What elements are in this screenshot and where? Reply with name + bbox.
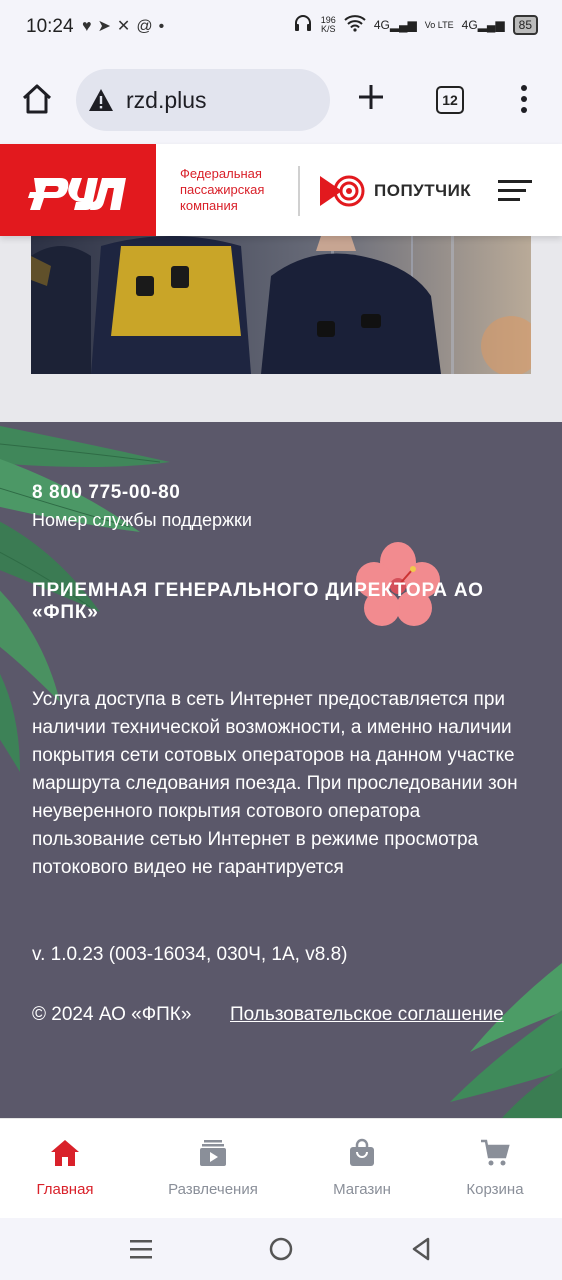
fpk-line3: компания: [180, 198, 238, 213]
system-navigation-bar: [0, 1218, 562, 1280]
director-reception-link[interactable]: ПРИЕМНАЯ ГЕНЕРАЛЬНОГО ДИРЕКТОРА АО «ФПК»: [32, 580, 532, 624]
cart-icon: [481, 1139, 510, 1166]
battery-icon: 85: [512, 14, 538, 35]
shopping-bag-icon: [350, 1138, 374, 1166]
status-right-group: 196 K/S 4G▂▄▆ Vo LTE 4G▂▄▆ 85: [293, 14, 538, 35]
back-icon[interactable]: [408, 1236, 434, 1262]
user-agreement-link[interactable]: Пользовательское соглашение: [230, 1004, 504, 1026]
nav-shop[interactable]: Магазин: [297, 1137, 427, 1198]
header-divider: [298, 166, 300, 216]
warning-icon[interactable]: [88, 87, 114, 113]
rzd-logo[interactable]: [0, 144, 156, 236]
more-vert-icon[interactable]: [519, 84, 529, 114]
sim2-signal-icon: 4G▂▄▆: [461, 17, 505, 32]
fpk-line1: Федеральная: [180, 166, 262, 181]
status-time: 10:24: [26, 16, 74, 37]
wifi-icon: [344, 14, 366, 35]
headphones-icon: [293, 14, 313, 35]
home-icon: [51, 1140, 79, 1166]
photo-section: [0, 236, 562, 422]
heart-icon: ♥: [82, 18, 98, 35]
tab-switcher-button[interactable]: 12: [436, 86, 464, 114]
internet-notice: Услуга доступа в сеть Интернет предостав…: [32, 689, 518, 878]
staff-photo: [31, 236, 531, 374]
nav-shop-label: Магазин: [333, 1181, 391, 1198]
rzd-logo-mark: [28, 178, 126, 210]
home-button-icon[interactable]: [268, 1236, 294, 1262]
nav-home-label: Главная: [36, 1181, 94, 1198]
recent-apps-icon[interactable]: [128, 1236, 154, 1262]
missed-call-icon: ✕: [116, 18, 137, 35]
telegram-icon: ➤: [97, 18, 117, 35]
bottom-navigation: Главная Развлечения Магазин Корзина: [0, 1118, 562, 1219]
support-phone[interactable]: 8 800 775-00-80: [32, 482, 180, 504]
nav-entertainment-label: Развлечения: [168, 1181, 258, 1198]
fpk-line2: пассажирская: [180, 182, 265, 197]
nav-cart[interactable]: Корзина: [430, 1137, 560, 1198]
net-speed-unit: K/S: [321, 23, 336, 34]
poputchik-label: ПОПУТЧИК: [374, 181, 472, 200]
new-tab-icon[interactable]: [356, 82, 386, 112]
at-icon: @: [136, 18, 159, 35]
nav-home[interactable]: Главная: [0, 1137, 130, 1198]
notification-icons: ♥➤✕@•: [82, 16, 170, 36]
copyright: © 2024 АО «ФПК»: [32, 1004, 192, 1025]
nav-entertainment[interactable]: Развлечения: [148, 1137, 278, 1198]
app-version: v. 1.0.23 (003-16034, 030Ч, 1А, v8.8): [32, 944, 348, 965]
poputchik-logo[interactable]: ПОПУТЧИК: [320, 174, 471, 208]
fpk-logo-text[interactable]: Федеральная пассажирская компания: [180, 166, 264, 214]
palm-leaf-decoration-right: [450, 963, 562, 1118]
net-speed: 196 K/S: [321, 15, 336, 34]
browser-toolbar: rzd.plus 12: [0, 56, 562, 144]
home-icon[interactable]: [20, 82, 54, 116]
hamburger-menu-icon[interactable]: [498, 178, 532, 202]
sim2-label: 4G: [461, 17, 478, 32]
dot-icon: •: [158, 18, 171, 35]
support-phone-caption: Номер службы поддержки: [32, 510, 252, 530]
sim1-signal-icon: 4G▂▄▆: [373, 17, 417, 32]
address-bar[interactable]: rzd.plus: [76, 69, 330, 131]
url-text[interactable]: rzd.plus: [126, 87, 207, 114]
site-footer: 8 800 775-00-80 Номер службы поддержки П…: [0, 422, 562, 1118]
media-icon: [200, 1140, 226, 1166]
volte-label: Vo LTE: [424, 19, 454, 30]
poputchik-icon: [320, 175, 365, 207]
nav-cart-label: Корзина: [466, 1181, 524, 1198]
status-bar: 10:24 ♥➤✕@• 196 K/S 4G▂▄▆ Vo LTE 4G▂▄▆ 8…: [0, 0, 562, 56]
sim1-label: 4G: [373, 17, 390, 32]
site-header: Федеральная пассажирская компания ПОПУТЧ…: [0, 144, 562, 236]
